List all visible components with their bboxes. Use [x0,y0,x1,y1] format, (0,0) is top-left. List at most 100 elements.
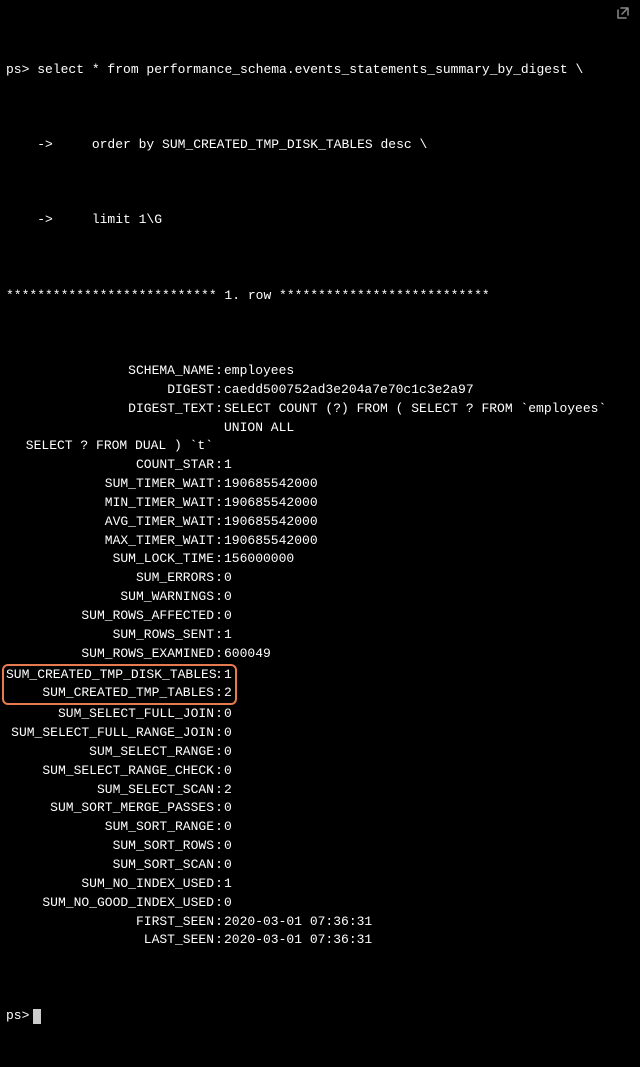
result-row: SUM_SORT_SCAN:0 [6,856,634,875]
colon: : [214,856,224,875]
colon: : [214,513,224,532]
result-row: SUM_WARNINGS:0 [6,588,634,607]
colon: : [214,705,224,724]
result-row: SUM_ROWS_SENT:1 [6,626,634,645]
field-key: SUM_WARNINGS [6,588,214,607]
colon: : [214,588,224,607]
prompt: ps> [6,1007,29,1026]
colon: : [214,607,224,626]
field-key: SCHEMA_NAME [6,362,214,381]
field-value-continuation: SELECT ? FROM DUAL ) `t` [6,437,634,456]
colon: : [214,362,224,381]
command-text-3: limit 1\G [92,212,162,227]
colon: : [214,645,224,664]
field-value: SELECT COUNT (?) FROM ( SELECT ? FROM `e… [224,400,634,438]
field-key: DIGEST_TEXT [6,400,214,438]
field-value: 1 [224,875,634,894]
field-key: SUM_SELECT_RANGE_CHECK [6,762,214,781]
field-value: 190685542000 [224,475,634,494]
prompt-line: ps> [6,1007,634,1026]
result-row: DIGEST:caedd500752ad3e204a7e70c1c3e2a97 [6,381,634,400]
field-value: 1 [224,456,634,475]
field-value: 0 [224,762,634,781]
field-value: 156000000 [224,550,634,569]
open-external-icon[interactable] [616,6,630,20]
highlighted-fields: SUM_CREATED_TMP_DISK_TABLES:1SUM_CREATED… [2,664,237,706]
field-value: 0 [224,856,634,875]
result-row: AVG_TIMER_WAIT:190685542000 [6,513,634,532]
result-row: SUM_SORT_ROWS:0 [6,837,634,856]
result-row: SUM_SELECT_RANGE_CHECK:0 [6,762,634,781]
field-key: FIRST_SEEN [6,913,214,932]
command-text-1: select * from performance_schema.events_… [37,62,583,77]
field-value: 0 [224,894,634,913]
cont-prefix: -> [6,137,92,152]
field-value: 0 [224,588,634,607]
result-fields: SCHEMA_NAME:employeesDIGEST:caedd500752a… [6,362,634,950]
field-value: 600049 [224,645,634,664]
command-line-3: -> limit 1\G [6,211,634,230]
field-key: SUM_SELECT_FULL_JOIN [6,705,214,724]
field-value: 0 [224,607,634,626]
field-key: SUM_SORT_SCAN [6,856,214,875]
result-row: SUM_TIMER_WAIT:190685542000 [6,475,634,494]
field-key: AVG_TIMER_WAIT [6,513,214,532]
colon: : [214,743,224,762]
field-value: 2020-03-01 07:36:31 [224,931,634,950]
result-row: COUNT_STAR:1 [6,456,634,475]
field-key: SUM_CREATED_TMP_DISK_TABLES [6,666,214,685]
colon: : [214,569,224,588]
field-key: SUM_ERRORS [6,569,214,588]
field-key: SUM_SELECT_FULL_RANGE_JOIN [6,724,214,743]
result-row: LAST_SEEN:2020-03-01 07:36:31 [6,931,634,950]
field-key: MAX_TIMER_WAIT [6,532,214,551]
result-row: SUM_SORT_RANGE:0 [6,818,634,837]
result-row: SUM_ERRORS:0 [6,569,634,588]
field-key: SUM_CREATED_TMP_TABLES [6,684,214,703]
field-key: SUM_NO_GOOD_INDEX_USED [6,894,214,913]
colon: : [214,550,224,569]
terminal-output[interactable]: ps> select * from performance_schema.eve… [0,0,640,1067]
colon: : [214,400,224,438]
colon: : [214,818,224,837]
result-row: SUM_ROWS_EXAMINED:600049 [6,645,634,664]
field-key: SUM_SELECT_SCAN [6,781,214,800]
result-row: SUM_NO_GOOD_INDEX_USED:0 [6,894,634,913]
result-row: SUM_ROWS_AFFECTED:0 [6,607,634,626]
row-separator: *************************** 1. row *****… [6,287,634,306]
result-row: DIGEST_TEXT:SELECT COUNT (?) FROM ( SELE… [6,400,634,438]
command-line-1: ps> select * from performance_schema.eve… [6,61,634,80]
colon: : [214,913,224,932]
field-value: 2020-03-01 07:36:31 [224,913,634,932]
field-value: 190685542000 [224,532,634,551]
result-row: MIN_TIMER_WAIT:190685542000 [6,494,634,513]
colon: : [214,532,224,551]
field-value: 0 [224,818,634,837]
field-key: SUM_SORT_ROWS [6,837,214,856]
command-line-2: -> order by SUM_CREATED_TMP_DISK_TABLES … [6,136,634,155]
result-row: MAX_TIMER_WAIT:190685542000 [6,532,634,551]
field-value: 190685542000 [224,494,634,513]
result-row: SUM_CREATED_TMP_DISK_TABLES:1 [6,666,235,685]
field-key: MIN_TIMER_WAIT [6,494,214,513]
field-key: SUM_SORT_MERGE_PASSES [6,799,214,818]
result-row: SUM_SELECT_SCAN:2 [6,781,634,800]
prompt: ps> [6,62,29,77]
colon: : [214,781,224,800]
cursor [33,1009,41,1024]
field-value: 0 [224,799,634,818]
field-value: 0 [224,743,634,762]
result-row: SUM_NO_INDEX_USED:1 [6,875,634,894]
field-value: 0 [224,705,634,724]
field-key: SUM_LOCK_TIME [6,550,214,569]
field-key: SUM_NO_INDEX_USED [6,875,214,894]
field-value: 1 [224,666,235,685]
colon: : [214,626,224,645]
field-value: 1 [224,626,634,645]
colon: : [214,931,224,950]
field-key: SUM_ROWS_AFFECTED [6,607,214,626]
field-key: SUM_TIMER_WAIT [6,475,214,494]
colon: : [214,875,224,894]
colon: : [214,494,224,513]
colon: : [214,475,224,494]
